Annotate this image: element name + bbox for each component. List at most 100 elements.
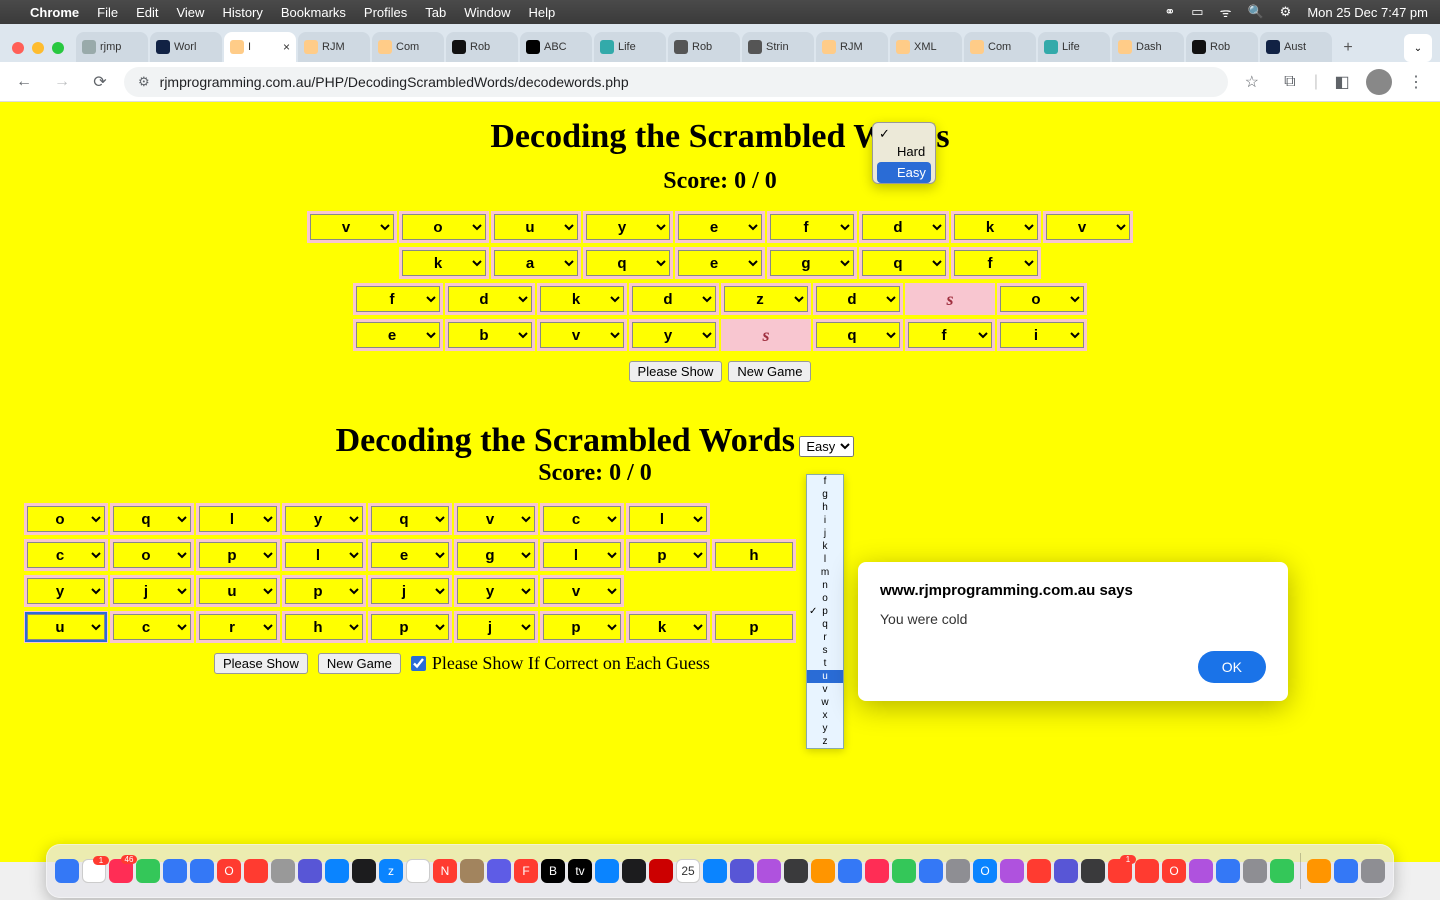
dock-app-icon[interactable] bbox=[487, 859, 511, 883]
letter-option[interactable]: k bbox=[807, 540, 843, 553]
letter-select[interactable]: e bbox=[356, 322, 440, 348]
letter-select[interactable]: y bbox=[285, 506, 363, 532]
dock-app-icon[interactable] bbox=[892, 859, 916, 883]
letter-select[interactable]: v bbox=[1046, 214, 1130, 240]
letter-select[interactable]: d bbox=[816, 286, 900, 312]
menu-window[interactable]: Window bbox=[464, 5, 510, 20]
letter-select[interactable]: o bbox=[27, 506, 105, 532]
difficulty-select[interactable]: Easy bbox=[799, 436, 854, 457]
dock-app-icon[interactable] bbox=[1334, 859, 1358, 883]
dock-app-icon[interactable] bbox=[946, 859, 970, 883]
letter-select[interactable]: g bbox=[770, 250, 854, 276]
letter-select[interactable]: l bbox=[285, 542, 363, 568]
minimize-window-button[interactable] bbox=[32, 42, 44, 54]
dock-app-icon[interactable]: O bbox=[973, 859, 997, 883]
dock-app-icon[interactable] bbox=[1307, 859, 1331, 883]
letter-option[interactable]: s bbox=[807, 644, 843, 657]
back-button[interactable]: ← bbox=[10, 68, 38, 96]
letter-select[interactable]: p bbox=[543, 614, 621, 640]
letter-select[interactable]: k bbox=[954, 214, 1038, 240]
browser-tab[interactable]: Rob bbox=[446, 32, 518, 62]
letter-select[interactable]: e bbox=[371, 542, 449, 568]
dock-app-icon[interactable] bbox=[55, 859, 79, 883]
letter-select[interactable]: f bbox=[770, 214, 854, 240]
letter-select[interactable]: d bbox=[632, 286, 716, 312]
dock-app-icon[interactable]: B bbox=[541, 859, 565, 883]
site-settings-icon[interactable]: ⚙ bbox=[138, 74, 150, 90]
letter-select[interactable]: p bbox=[285, 578, 363, 604]
letter-option[interactable]: i bbox=[807, 514, 843, 527]
letter-option[interactable]: o bbox=[807, 592, 843, 605]
letter-select[interactable]: d bbox=[448, 286, 532, 312]
letter-select[interactable]: g bbox=[457, 542, 535, 568]
letter-select[interactable]: y bbox=[457, 578, 535, 604]
menu-help[interactable]: Help bbox=[529, 5, 556, 20]
letter-select[interactable]: u bbox=[27, 614, 105, 640]
letter-option[interactable]: f bbox=[807, 475, 843, 488]
browser-tab[interactable]: I× bbox=[224, 32, 296, 62]
browser-tab[interactable]: Strin bbox=[742, 32, 814, 62]
browser-tab[interactable]: RJM bbox=[298, 32, 370, 62]
dock-app-icon[interactable]: O bbox=[1162, 859, 1186, 883]
new-game-button-2[interactable]: New Game bbox=[318, 653, 401, 674]
dock-app-icon[interactable] bbox=[460, 859, 484, 883]
browser-tab[interactable]: RJM bbox=[816, 32, 888, 62]
dock-app-icon[interactable] bbox=[622, 859, 646, 883]
letter-select[interactable]: q bbox=[816, 322, 900, 348]
dock-app-icon[interactable] bbox=[757, 859, 781, 883]
close-tab-icon[interactable]: × bbox=[283, 40, 290, 54]
letter-option[interactable]: h bbox=[807, 501, 843, 514]
dock-app-icon[interactable] bbox=[1189, 859, 1213, 883]
browser-tab[interactable]: XML bbox=[890, 32, 962, 62]
dock-app-icon[interactable] bbox=[271, 859, 295, 883]
letter-select[interactable]: e bbox=[678, 250, 762, 276]
dock-app-icon[interactable] bbox=[190, 859, 214, 883]
menu-history[interactable]: History bbox=[222, 5, 262, 20]
letter-option[interactable]: p bbox=[807, 605, 843, 618]
browser-tab[interactable]: Aust bbox=[1260, 32, 1332, 62]
letter-select[interactable]: r bbox=[199, 614, 277, 640]
dock-app-icon[interactable] bbox=[136, 859, 160, 883]
dock-app-icon[interactable] bbox=[1243, 859, 1267, 883]
wifi-icon[interactable]: ᯤ bbox=[1220, 3, 1232, 21]
dock-app-icon[interactable] bbox=[82, 859, 106, 883]
dock-app-icon[interactable]: z bbox=[379, 859, 403, 883]
letter-select[interactable]: o bbox=[402, 214, 486, 240]
dock-app-icon[interactable] bbox=[1216, 859, 1240, 883]
browser-tab[interactable]: Dash bbox=[1112, 32, 1184, 62]
alert-ok-button[interactable]: OK bbox=[1198, 651, 1266, 683]
letter-select[interactable]: a bbox=[494, 250, 578, 276]
letter-select[interactable]: l bbox=[629, 506, 707, 532]
dock-app-icon[interactable]: F bbox=[514, 859, 538, 883]
letter-option[interactable]: q bbox=[807, 618, 843, 631]
letter-select[interactable]: f bbox=[954, 250, 1038, 276]
letter-select[interactable]: h bbox=[285, 614, 363, 640]
dock-app-icon[interactable] bbox=[352, 859, 376, 883]
clock[interactable]: Mon 25 Dec 7:47 pm bbox=[1307, 5, 1428, 20]
letter-option[interactable]: l bbox=[807, 553, 843, 566]
letter-select[interactable]: e bbox=[678, 214, 762, 240]
letter-select[interactable]: y bbox=[586, 214, 670, 240]
dock-app-icon[interactable] bbox=[811, 859, 835, 883]
browser-tab[interactable]: rjmp bbox=[76, 32, 148, 62]
letter-select[interactable]: j bbox=[113, 578, 191, 604]
show-correct-checkbox[interactable] bbox=[411, 656, 426, 671]
difficulty-dropdown-menu[interactable]: Hard Easy bbox=[872, 122, 936, 184]
letter-select[interactable]: o bbox=[1000, 286, 1084, 312]
dock-app-icon[interactable] bbox=[595, 859, 619, 883]
letter-select[interactable]: j bbox=[371, 578, 449, 604]
letter-option[interactable]: j bbox=[807, 527, 843, 540]
sidepanel-icon[interactable]: ◧ bbox=[1328, 68, 1356, 96]
battery-icon[interactable]: ▭ bbox=[1191, 4, 1203, 20]
browser-tab[interactable]: Com bbox=[372, 32, 444, 62]
dock-app-icon[interactable] bbox=[325, 859, 349, 883]
dock-app-icon[interactable] bbox=[298, 859, 322, 883]
dock-app-icon[interactable] bbox=[1270, 859, 1294, 883]
letter-option[interactable]: z bbox=[807, 735, 843, 748]
letter-select[interactable]: y bbox=[27, 578, 105, 604]
letter-option[interactable]: m bbox=[807, 566, 843, 579]
letter-select[interactable]: k bbox=[402, 250, 486, 276]
browser-tab[interactable]: Com bbox=[964, 32, 1036, 62]
spotlight-icon[interactable]: 🔍 bbox=[1247, 4, 1263, 20]
letter-select[interactable]: y bbox=[632, 322, 716, 348]
